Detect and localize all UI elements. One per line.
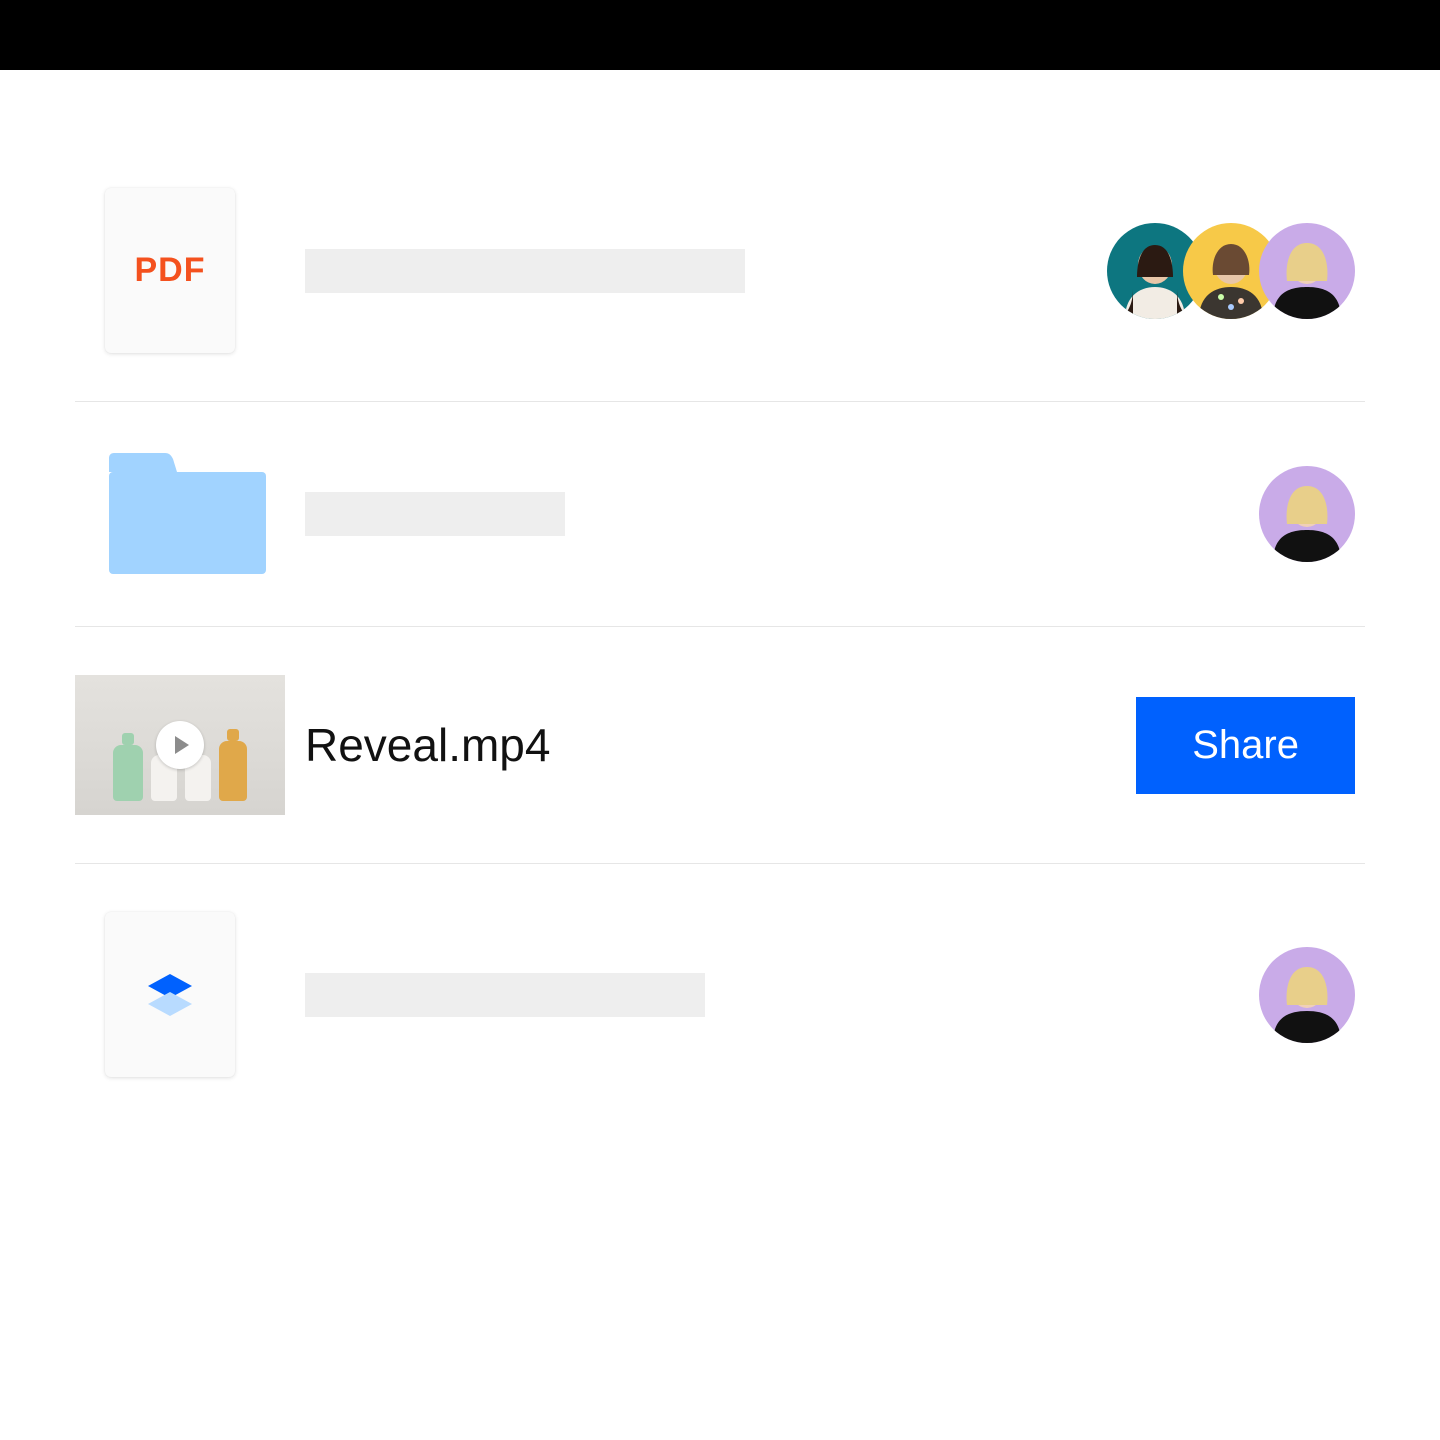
file-name: Reveal.mp4 [305, 718, 550, 772]
file-row[interactable]: PDF [75, 140, 1365, 402]
pdf-file-icon: PDF [105, 188, 235, 353]
file-name-placeholder [305, 249, 745, 293]
file-row[interactable] [75, 864, 1365, 1125]
folder-icon [105, 450, 270, 578]
avatar[interactable] [1259, 223, 1355, 319]
file-name-cell [305, 249, 1025, 293]
file-collaborators [1025, 947, 1365, 1043]
file-collaborators [1025, 466, 1365, 562]
window-top-bar [0, 0, 1440, 70]
file-name-placeholder [305, 973, 705, 1017]
file-name-placeholder [305, 492, 565, 536]
file-icon-cell [75, 450, 305, 578]
file-row[interactable] [75, 402, 1365, 627]
file-row[interactable]: Reveal.mp4 Share [75, 627, 1365, 864]
file-name-cell [305, 492, 1025, 536]
share-button[interactable]: Share [1136, 697, 1355, 794]
thumbnail-object [219, 741, 247, 801]
file-collaborators [1025, 223, 1365, 319]
file-icon-cell [75, 912, 305, 1077]
thumbnail-object [113, 745, 143, 801]
avatar[interactable] [1259, 947, 1355, 1043]
file-name-cell: Reveal.mp4 [305, 718, 1025, 772]
dropbox-file-icon [105, 912, 235, 1077]
avatar[interactable] [1259, 466, 1355, 562]
video-thumbnail [75, 675, 285, 815]
file-icon-cell [75, 675, 305, 815]
file-actions: Share [1025, 697, 1365, 794]
file-list: PDF [0, 70, 1440, 1125]
file-icon-cell: PDF [75, 188, 305, 353]
file-name-cell [305, 973, 1025, 1017]
play-icon [156, 721, 204, 769]
pdf-label: PDF [135, 251, 206, 290]
